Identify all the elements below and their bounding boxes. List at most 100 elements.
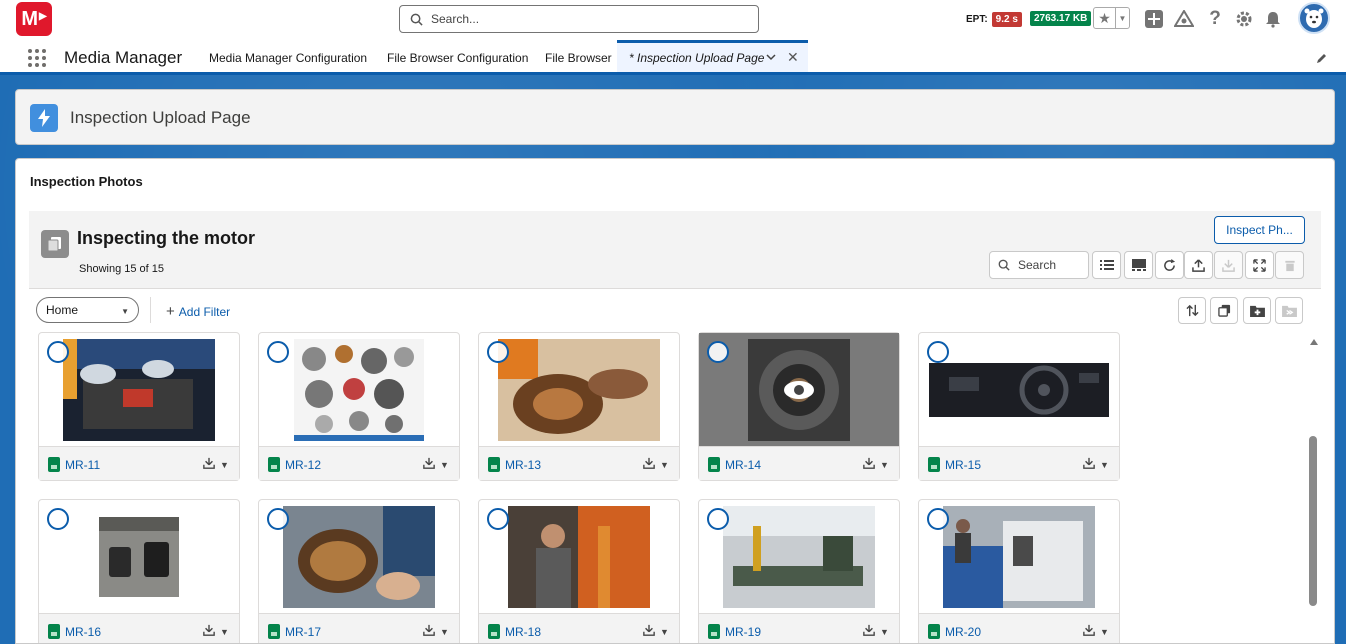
favorites-dropdown-icon[interactable]: ▼ xyxy=(1116,8,1129,28)
media-tile[interactable]: MR-19 ▼ xyxy=(698,499,900,643)
gallery-scrollbar-thumb[interactable] xyxy=(1309,436,1317,606)
download-icon[interactable] xyxy=(863,457,875,472)
tile-menu-dropdown-icon[interactable]: ▼ xyxy=(880,460,889,470)
notifications-bell-icon[interactable] xyxy=(1263,9,1283,29)
select-checkbox[interactable] xyxy=(707,341,729,363)
media-tile[interactable]: MR-11 ▼ xyxy=(38,332,240,481)
nav-item-file-browser-configuration[interactable]: File Browser Configuration xyxy=(387,51,528,65)
inspect-photos-button[interactable]: Inspect Ph... xyxy=(1214,216,1305,244)
select-checkbox[interactable] xyxy=(927,341,949,363)
list-view-button[interactable] xyxy=(1092,251,1121,279)
tile-menu-dropdown-icon[interactable]: ▼ xyxy=(440,627,449,637)
media-tile[interactable]: MR-20 ▼ xyxy=(918,499,1120,643)
file-name-link[interactable]: MR-11 xyxy=(65,458,100,472)
chevron-down-icon[interactable] xyxy=(765,51,777,66)
library-header: Inspecting the motor Showing 15 of 15 In… xyxy=(29,211,1321,289)
download-icon[interactable] xyxy=(863,624,875,639)
thumbnail[interactable] xyxy=(479,333,679,446)
scroll-up-arrow-icon[interactable] xyxy=(1310,339,1318,345)
download-icon[interactable] xyxy=(423,457,435,472)
file-name-link[interactable]: MR-19 xyxy=(725,625,761,639)
file-name-link[interactable]: MR-16 xyxy=(65,625,101,639)
thumbnail[interactable] xyxy=(39,333,239,446)
app-nav-bar: Media Manager Media Manager Configuratio… xyxy=(0,40,1353,75)
file-name-link[interactable]: MR-15 xyxy=(945,458,981,472)
media-tile[interactable]: MR-16 ▼ xyxy=(38,499,240,643)
media-tile[interactable]: MR-15 ▼ xyxy=(918,332,1120,481)
thumbnail[interactable] xyxy=(479,500,679,613)
tile-menu-dropdown-icon[interactable]: ▼ xyxy=(220,627,229,637)
file-name-link[interactable]: MR-13 xyxy=(505,458,541,472)
file-name-link[interactable]: MR-12 xyxy=(285,458,321,472)
favorite-star-icon[interactable]: ★ xyxy=(1094,8,1116,28)
tile-menu-dropdown-icon[interactable]: ▼ xyxy=(1100,627,1109,637)
select-checkbox[interactable] xyxy=(267,508,289,530)
select-checkbox[interactable] xyxy=(487,341,509,363)
tile-menu-dropdown-icon[interactable]: ▼ xyxy=(660,460,669,470)
media-tile[interactable]: MR-13 ▼ xyxy=(478,332,680,481)
download-icon[interactable] xyxy=(1083,624,1095,639)
add-icon[interactable] xyxy=(1144,9,1164,29)
close-tab-icon[interactable]: ✕ xyxy=(787,49,799,66)
media-tile[interactable]: MR-18 ▼ xyxy=(478,499,680,643)
download-icon[interactable] xyxy=(203,624,215,639)
thumbnail[interactable] xyxy=(259,500,459,613)
upload-button[interactable] xyxy=(1184,251,1213,279)
nav-item-media-manager-configuration[interactable]: Media Manager Configuration xyxy=(209,51,367,65)
download-icon[interactable] xyxy=(423,624,435,639)
tile-menu-dropdown-icon[interactable]: ▼ xyxy=(440,460,449,470)
file-name-link[interactable]: MR-14 xyxy=(725,458,761,472)
library-search-input[interactable]: Search xyxy=(989,251,1089,279)
preview-eye-icon[interactable] xyxy=(784,380,814,399)
favorites-button-group[interactable]: ★ ▼ xyxy=(1093,7,1130,29)
select-checkbox[interactable] xyxy=(47,341,69,363)
add-filter-link[interactable]: + Add Filter xyxy=(166,303,230,320)
refresh-button[interactable] xyxy=(1155,251,1184,279)
trailhead-icon[interactable] xyxy=(1174,9,1194,29)
thumbnail[interactable] xyxy=(919,500,1119,613)
folder-select[interactable]: Home ▼ xyxy=(36,297,139,323)
tile-menu-dropdown-icon[interactable]: ▼ xyxy=(880,627,889,637)
edit-nav-pencil-icon[interactable] xyxy=(1316,52,1328,67)
tile-menu-dropdown-icon[interactable]: ▼ xyxy=(1100,460,1109,470)
select-checkbox[interactable] xyxy=(47,508,69,530)
media-tile[interactable]: MR-17 ▼ xyxy=(258,499,460,643)
thumbnail[interactable] xyxy=(699,500,899,613)
download-icon[interactable] xyxy=(1083,457,1095,472)
thumbnail[interactable] xyxy=(259,333,459,446)
tile-view-button[interactable] xyxy=(1124,251,1153,279)
delete-button[interactable] xyxy=(1275,251,1304,279)
global-search-input[interactable]: Search... xyxy=(399,5,759,33)
select-checkbox[interactable] xyxy=(707,508,729,530)
app-logo[interactable]: M ▶ xyxy=(16,2,52,36)
sort-button[interactable] xyxy=(1178,297,1206,324)
file-name-link[interactable]: MR-17 xyxy=(285,625,321,639)
thumbnail[interactable] xyxy=(919,333,1119,446)
tile-menu-dropdown-icon[interactable]: ▼ xyxy=(660,627,669,637)
media-tile[interactable]: MR-14 ▼ xyxy=(698,332,900,481)
tab-inspection-upload-page[interactable]: * Inspection Upload Page ✕ xyxy=(617,40,808,72)
help-icon[interactable]: ? xyxy=(1205,8,1225,29)
select-checkbox[interactable] xyxy=(927,508,949,530)
new-folder-button[interactable] xyxy=(1243,297,1271,324)
user-avatar-icon[interactable] xyxy=(1298,2,1330,34)
download-icon[interactable] xyxy=(643,624,655,639)
download-button[interactable] xyxy=(1214,251,1243,279)
tile-menu-dropdown-icon[interactable]: ▼ xyxy=(220,460,229,470)
download-icon[interactable] xyxy=(643,457,655,472)
download-icon[interactable] xyxy=(203,457,215,472)
app-launcher-waffle-icon[interactable] xyxy=(28,49,48,67)
thumbnail[interactable] xyxy=(39,500,239,613)
select-checkbox[interactable] xyxy=(487,508,509,530)
page-scrollbar[interactable] xyxy=(1346,40,1353,644)
setup-gear-icon[interactable] xyxy=(1234,9,1254,29)
file-name-link[interactable]: MR-20 xyxy=(945,625,981,639)
media-tile[interactable]: MR-12 ▼ xyxy=(258,332,460,481)
select-checkbox[interactable] xyxy=(267,341,289,363)
nav-item-file-browser[interactable]: File Browser xyxy=(545,51,612,65)
move-to-folder-button[interactable] xyxy=(1275,297,1303,324)
thumbnail[interactable] xyxy=(699,333,899,446)
expand-button[interactable] xyxy=(1245,251,1274,279)
file-name-link[interactable]: MR-18 xyxy=(505,625,541,639)
copy-button[interactable] xyxy=(1210,297,1238,324)
